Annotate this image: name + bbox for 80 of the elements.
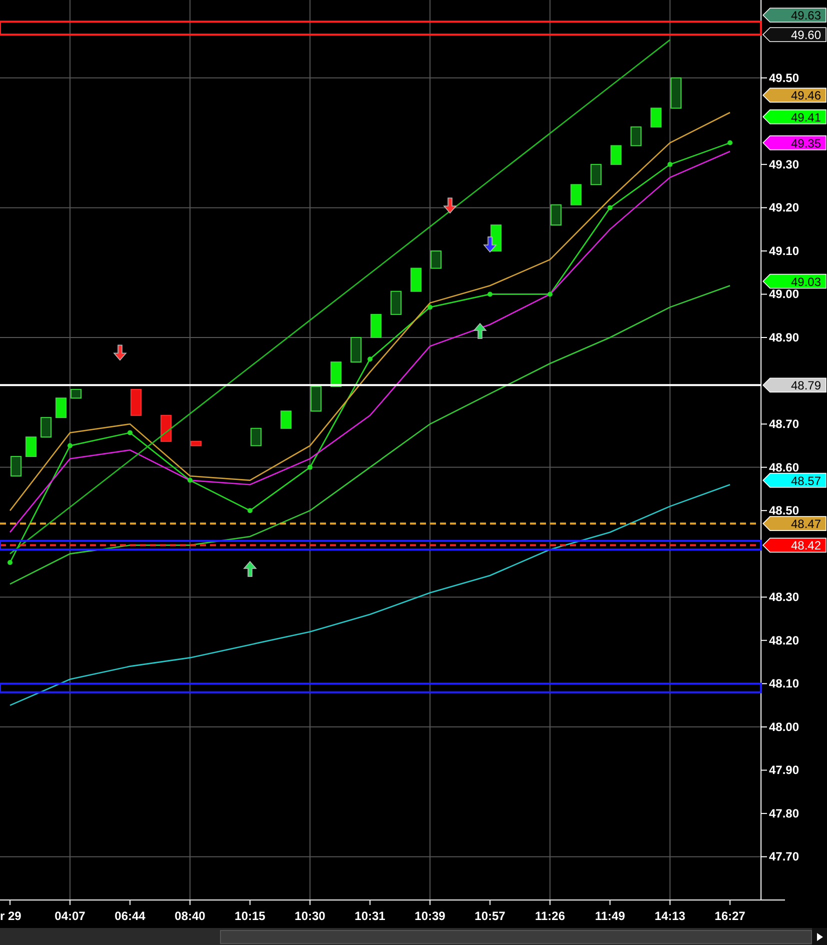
time-tick-label: r 29 (0, 909, 22, 923)
price-tag: 48.47 (762, 516, 826, 532)
price-tag: 48.79 (762, 378, 826, 393)
price-tick-label: 48.30 (769, 590, 800, 604)
point (668, 162, 672, 167)
price-tick-label: 47.80 (769, 806, 800, 820)
price-tag: 49.46 (762, 88, 826, 103)
price-tag: 49.60 (762, 27, 826, 42)
price-tick-label: 47.70 (769, 850, 800, 864)
price-tick-label: 49.30 (769, 157, 800, 172)
renko-brick (370, 314, 382, 338)
price-tick-label: 49.20 (769, 200, 800, 215)
price-tag: 48.57 (762, 472, 826, 488)
scroll-right-button[interactable] (812, 928, 827, 945)
renko-brick (130, 388, 142, 416)
price-tick-label: 49.50 (769, 70, 800, 85)
time-tick-label: 10:39 (414, 909, 446, 923)
point (548, 292, 552, 297)
horizontal-scrollbar[interactable] (0, 928, 827, 945)
price-tag: 49.35 (762, 135, 826, 150)
price-tick-label: 48.70 (769, 417, 800, 432)
renko-brick (56, 398, 66, 418)
renko-brick (160, 414, 172, 442)
scrollbar-thumb[interactable] (220, 930, 812, 944)
time-tick-label: 10:57 (474, 909, 506, 923)
time-tick-label: 16:27 (714, 909, 746, 923)
renko-brick (280, 410, 292, 429)
point (128, 430, 132, 436)
renko-brick (410, 268, 422, 292)
time-tick-label: 10:31 (354, 909, 386, 923)
time-tick-label: 06:44 (114, 909, 146, 923)
point (488, 292, 492, 297)
price-tick-label: 47.90 (769, 763, 800, 778)
price-tick-label: 48.10 (769, 676, 800, 691)
price-tick-label: 48.60 (769, 460, 800, 474)
renko-brick (550, 204, 562, 226)
price-tick-label: 49.00 (769, 287, 800, 302)
price-tag: 49.03 (762, 274, 826, 289)
point (68, 443, 72, 448)
renko-brick (190, 440, 202, 446)
renko-brick (10, 456, 22, 476)
renko-brick (430, 250, 442, 269)
time-tick-label: 11:49 (594, 909, 626, 923)
renko-brick (630, 126, 642, 146)
point (188, 478, 192, 483)
point (308, 464, 312, 470)
price-tag: 48.42 (762, 538, 826, 553)
time-tick-label: 10:30 (294, 909, 326, 923)
time-tick-label: 10:15 (234, 909, 266, 923)
renko-brick (40, 417, 52, 438)
price-tick-label: 48.50 (769, 504, 800, 518)
renko-brick (330, 362, 342, 388)
point (728, 140, 732, 146)
renko-brick (570, 184, 582, 206)
time-tick-label: 14:13 (654, 909, 686, 923)
renko-brick (590, 164, 602, 186)
renko-brick (26, 436, 36, 457)
price-tick-label: 48.90 (769, 330, 800, 344)
point (608, 205, 612, 210)
point (248, 508, 252, 514)
right-arrow-icon (816, 932, 822, 940)
point (368, 356, 372, 362)
renko-brick (670, 77, 682, 109)
point (428, 304, 432, 310)
time-tick-label: 08:40 (174, 909, 206, 923)
point (8, 560, 12, 565)
renko-brick (310, 386, 322, 412)
renko-brick (70, 388, 82, 399)
renko-brick (350, 337, 362, 363)
price-tick-label: 48.20 (769, 633, 800, 648)
price-tag: 49.63 (762, 8, 826, 23)
renko-brick (650, 108, 662, 128)
renko-brick (250, 428, 262, 446)
time-tick-label: 04:07 (54, 909, 86, 923)
price-tick-label: 49.10 (769, 244, 800, 258)
renko-brick (390, 290, 402, 315)
price-tag: 49.41 (762, 109, 826, 124)
price-tick-label: 48.00 (769, 720, 800, 734)
time-tick-label: 11:26 (534, 909, 566, 923)
renko-brick (610, 145, 622, 165)
